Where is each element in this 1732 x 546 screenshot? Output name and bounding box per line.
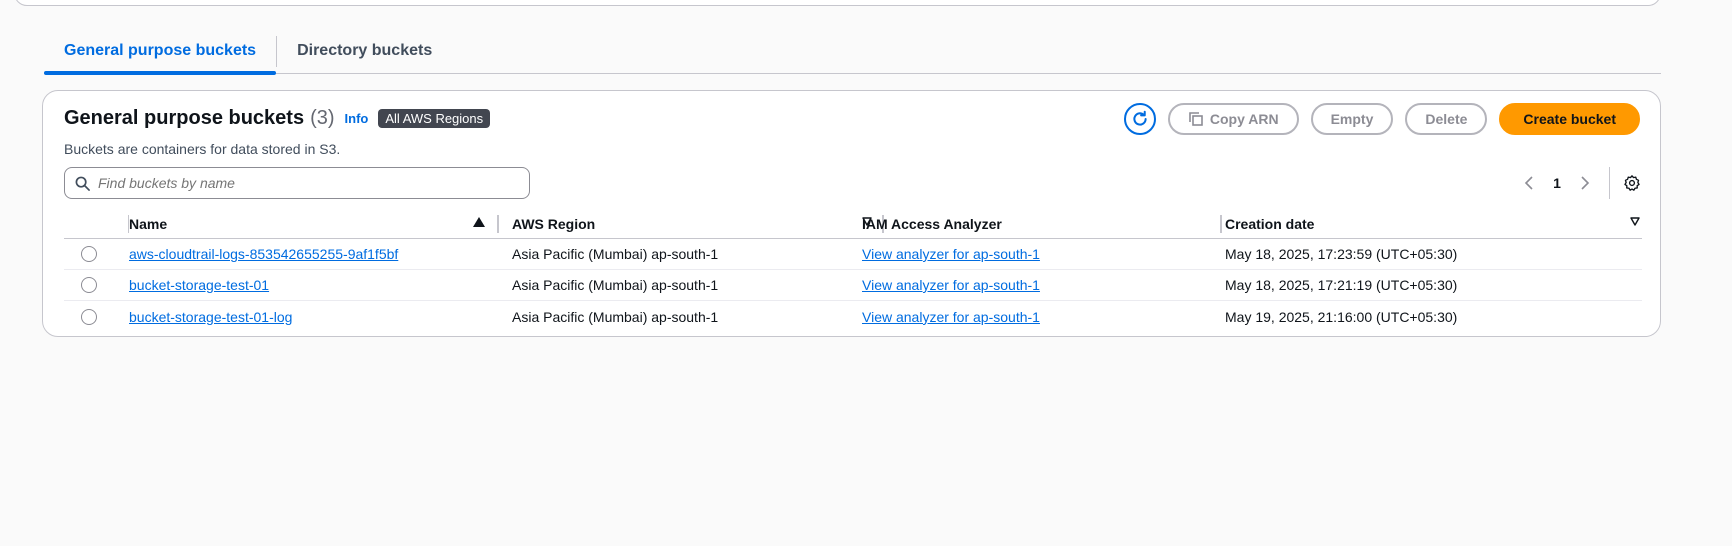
delete-label: Delete xyxy=(1425,111,1468,127)
row-select xyxy=(64,301,114,332)
copy-icon xyxy=(1189,112,1203,126)
create-bucket-label: Create bucket xyxy=(1523,111,1616,127)
column-region-label: AWS Region xyxy=(512,215,596,232)
region-cell: Asia Pacific (Mumbai) ap-south-1 xyxy=(512,277,719,293)
bucket-name-cell: bucket-storage-test-01 xyxy=(129,270,499,300)
panel-actions: Copy ARN Empty Delete Create bucket xyxy=(1123,103,1640,135)
iam-cell: View analyzer for ap-south-1 xyxy=(862,301,1237,332)
region-cell: Asia Pacific (Mumbai) ap-south-1 xyxy=(512,308,719,325)
copy-arn-label: Copy ARN xyxy=(1209,111,1279,127)
bucket-count: (3) xyxy=(310,107,335,129)
preferences-button[interactable] xyxy=(1618,174,1646,192)
next-page-button[interactable] xyxy=(1571,176,1599,190)
buckets-panel: General purpose buckets (3) Info All AWS… xyxy=(42,90,1661,337)
region-cell: Asia Pacific (Mumbai) ap-south-1 xyxy=(512,246,719,262)
column-header-name[interactable]: Name xyxy=(129,209,499,238)
panel-title: General purpose buckets xyxy=(64,107,305,129)
search-box xyxy=(64,167,530,199)
panel-description: Buckets are containers for data stored i… xyxy=(64,141,341,157)
iam-cell: View analyzer for ap-south-1 xyxy=(862,270,1237,300)
row-radio[interactable] xyxy=(81,277,97,293)
bucket-name-link[interactable]: bucket-storage-test-01 xyxy=(129,277,269,293)
current-page-number[interactable]: 1 xyxy=(1543,175,1571,191)
view-analyzer-link[interactable]: View analyzer for ap-south-1 xyxy=(862,277,1040,293)
region-badge: All AWS Regions xyxy=(378,109,491,128)
table-row: aws-cloudtrail-logs-853542655255-9af1f5b… xyxy=(64,239,1642,270)
refresh-button[interactable] xyxy=(1123,103,1156,135)
row-radio[interactable] xyxy=(81,308,97,325)
pagination: 1 xyxy=(1515,167,1646,199)
sort-ascending-icon xyxy=(473,217,485,227)
view-analyzer-link[interactable]: View analyzer for ap-south-1 xyxy=(862,246,1040,262)
table-header-row: Name AWS Region IAM Access Analyzer Crea… xyxy=(64,209,1642,239)
tab-general-purpose-buckets[interactable]: General purpose buckets xyxy=(44,34,277,75)
column-header-region[interactable]: AWS Region xyxy=(499,209,884,238)
row-select xyxy=(64,270,114,300)
creation-date-cell: May 18, 2025, 17:21:19 (UTC+05:30) xyxy=(1225,277,1458,293)
empty-label: Empty xyxy=(1330,111,1374,127)
column-iam-label: IAM Access Analyzer xyxy=(862,215,1002,232)
search-icon xyxy=(75,176,90,191)
create-bucket-button[interactable]: Create bucket xyxy=(1499,103,1640,135)
iam-cell: View analyzer for ap-south-1 xyxy=(862,239,1237,269)
column-name-label: Name xyxy=(129,215,168,232)
select-column-header xyxy=(64,209,129,238)
creation-date-cell: May 19, 2025, 21:16:00 (UTC+05:30) xyxy=(1225,308,1458,325)
column-header-iam[interactable]: IAM Access Analyzer xyxy=(862,209,1237,238)
gear-icon xyxy=(1624,175,1640,191)
chevron-left-icon xyxy=(1524,176,1533,190)
bucket-type-tabs: General purpose buckets Directory bucket… xyxy=(44,34,1661,75)
delete-button[interactable]: Delete xyxy=(1405,103,1488,135)
empty-button[interactable]: Empty xyxy=(1310,103,1394,135)
row-select xyxy=(64,239,114,269)
search-input[interactable] xyxy=(98,175,518,191)
row-radio[interactable] xyxy=(81,246,97,262)
previous-page-button[interactable] xyxy=(1515,176,1543,190)
view-analyzer-link[interactable]: View analyzer for ap-south-1 xyxy=(862,309,1040,325)
bucket-name-cell: bucket-storage-test-01-log xyxy=(129,301,499,332)
refresh-icon xyxy=(1133,110,1147,126)
column-date-label: Creation date xyxy=(1225,215,1315,232)
info-link[interactable]: Info xyxy=(345,111,369,126)
table-row: bucket-storage-test-01-log Asia Pacific … xyxy=(64,301,1642,332)
sort-descending-icon xyxy=(1630,217,1640,226)
bucket-name-link[interactable]: bucket-storage-test-01-log xyxy=(129,309,292,325)
bucket-name-link[interactable]: aws-cloudtrail-logs-853542655255-9af1f5b… xyxy=(129,246,398,262)
buckets-table: Name AWS Region IAM Access Analyzer Crea… xyxy=(64,209,1642,332)
column-header-date[interactable]: Creation date xyxy=(1225,209,1642,238)
creation-date-cell: May 18, 2025, 17:23:59 (UTC+05:30) xyxy=(1225,246,1458,262)
bucket-name-cell: aws-cloudtrail-logs-853542655255-9af1f5b… xyxy=(129,239,499,269)
panel-header: General purpose buckets (3) Info All AWS… xyxy=(64,107,491,130)
table-row: bucket-storage-test-01 Asia Pacific (Mum… xyxy=(64,270,1642,301)
pager-divider xyxy=(1609,167,1610,199)
previous-panel-edge xyxy=(14,0,1661,6)
tab-directory-buckets[interactable]: Directory buckets xyxy=(277,34,452,74)
copy-arn-button[interactable]: Copy ARN xyxy=(1167,103,1299,135)
chevron-right-icon xyxy=(1581,176,1590,190)
